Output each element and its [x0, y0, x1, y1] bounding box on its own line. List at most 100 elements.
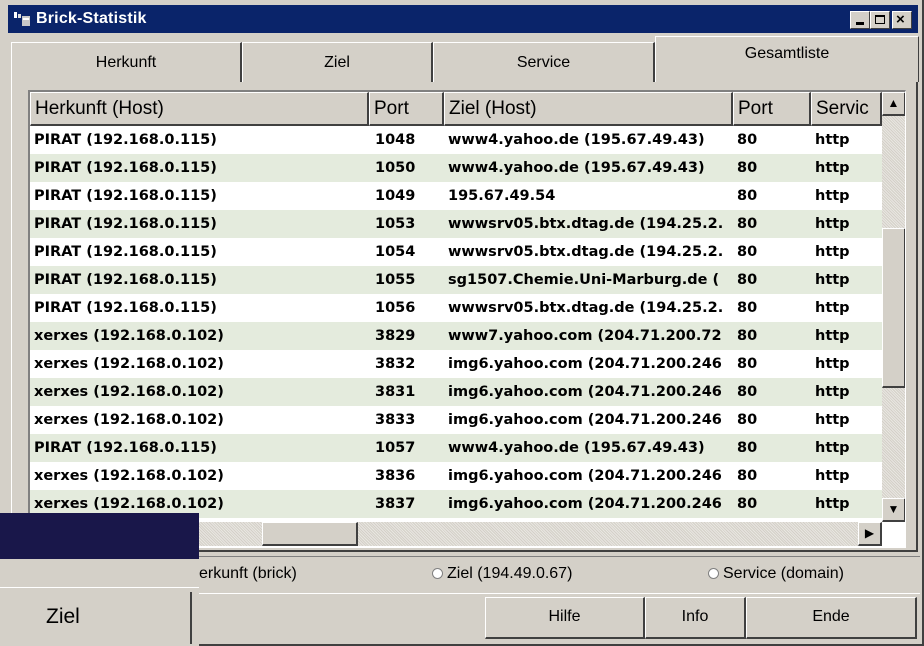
- overlapping-tab-label: Ziel: [46, 605, 80, 628]
- app-icon: [14, 12, 30, 26]
- column-header-dest-host[interactable]: Ziel (Host): [444, 92, 733, 126]
- table-body: PIRAT (192.168.0.115) 1048 www4.yahoo.de (…: [30, 126, 882, 522]
- overlapping-window-titlebar[interactable]: [0, 513, 199, 559]
- cell-source-host: xerxes (192.168.0.102): [34, 468, 224, 484]
- tab-service[interactable]: Service: [433, 42, 655, 82]
- radio-herkunft-label: erkunft (brick): [199, 565, 297, 582]
- cell-service: http: [815, 216, 850, 232]
- cell-dest-port: 80: [737, 412, 758, 428]
- table-header: Herkunft (Host) Port Ziel (Host) Port Se…: [30, 92, 882, 126]
- cell-dest-host: img6.yahoo.com (204.71.200.246: [448, 496, 722, 512]
- table-viewport: Herkunft (Host) Port Ziel (Host) Port Se…: [30, 92, 882, 522]
- cell-dest-port: 80: [737, 216, 758, 232]
- exit-button[interactable]: Ende: [746, 597, 917, 639]
- close-button[interactable]: ×: [892, 11, 912, 29]
- cell-source-host: xerxes (192.168.0.102): [34, 328, 224, 344]
- cell-dest-host: www4.yahoo.de (195.67.49.43): [448, 132, 705, 148]
- table-row[interactable]: PIRAT (192.168.0.115) 1054 wwwsrv05.btx.dt…: [30, 238, 882, 266]
- minimize-button[interactable]: [850, 11, 870, 29]
- cell-dest-host: www4.yahoo.de (195.67.49.43): [448, 440, 705, 456]
- overlapping-window-tab[interactable]: Ziel: [0, 587, 199, 646]
- cell-service: http: [815, 468, 850, 484]
- cell-dest-port: 80: [737, 272, 758, 288]
- radio-herkunft[interactable]: erkunft (brick): [199, 565, 297, 583]
- scroll-down-button[interactable]: ▼: [882, 498, 905, 522]
- table-row[interactable]: xerxes (192.168.0.102) 3836 img6.yahoo.com…: [30, 462, 882, 490]
- cell-dest-port: 80: [737, 188, 758, 204]
- title-bar[interactable]: Brick-Statistik ×: [8, 5, 918, 33]
- table-row[interactable]: xerxes (192.168.0.102) 3831 img6.yahoo.com…: [30, 378, 882, 406]
- radio-circle-icon: [708, 568, 719, 579]
- column-header-source-port[interactable]: Port: [369, 92, 444, 126]
- cell-service: http: [815, 188, 850, 204]
- cell-service: http: [815, 300, 850, 316]
- tab-ziel[interactable]: Ziel: [242, 42, 433, 82]
- maximize-button[interactable]: [870, 11, 890, 29]
- cell-source-host: PIRAT (192.168.0.115): [34, 188, 217, 204]
- cell-dest-port: 80: [737, 300, 758, 316]
- cell-dest-port: 80: [737, 328, 758, 344]
- column-header-dest-port[interactable]: Port: [733, 92, 811, 126]
- table-row[interactable]: PIRAT (192.168.0.115) 1056 wwwsrv05.btx.dt…: [30, 294, 882, 322]
- cell-source-host: xerxes (192.168.0.102): [34, 384, 224, 400]
- tab-herkunft[interactable]: Herkunft: [11, 42, 242, 82]
- cell-source-port: 3833: [375, 412, 416, 428]
- cell-source-port: 3829: [375, 328, 416, 344]
- arrow-right-icon: ▶: [864, 526, 875, 540]
- cell-dest-port: 80: [737, 468, 758, 484]
- app-window: Brick-Statistik × Herkunft Ziel Service …: [0, 0, 924, 646]
- table-row[interactable]: xerxes (192.168.0.102) 3829 www7.yahoo.com…: [30, 322, 882, 350]
- table-row[interactable]: xerxes (192.168.0.102) 3833 img6.yahoo.com…: [30, 406, 882, 434]
- cell-dest-port: 80: [737, 160, 758, 176]
- tab-strip: Herkunft Ziel Service Gesamtliste: [11, 36, 919, 82]
- cell-source-port: 1054: [375, 244, 416, 260]
- horizontal-scroll-thumb[interactable]: [262, 522, 358, 546]
- table-row[interactable]: PIRAT (192.168.0.115) 1049 195.67.49.54 80 h…: [30, 182, 882, 210]
- cell-dest-host: img6.yahoo.com (204.71.200.246: [448, 384, 722, 400]
- table-row[interactable]: PIRAT (192.168.0.115) 1057 www4.yahoo.de (…: [30, 434, 882, 462]
- cell-dest-port: 80: [737, 440, 758, 456]
- cell-source-host: PIRAT (192.168.0.115): [34, 160, 217, 176]
- cell-source-port: 1057: [375, 440, 416, 456]
- table-row[interactable]: xerxes (192.168.0.102) 3832 img6.yahoo.com…: [30, 350, 882, 378]
- cell-dest-port: 80: [737, 356, 758, 372]
- cell-service: http: [815, 244, 850, 260]
- cell-dest-host: img6.yahoo.com (204.71.200.246: [448, 468, 722, 484]
- scroll-right-button[interactable]: ▶: [858, 522, 882, 546]
- vertical-scrollbar[interactable]: ▲ ▼: [882, 92, 905, 522]
- cell-source-host: PIRAT (192.168.0.115): [34, 244, 217, 260]
- cell-dest-host: wwwsrv05.btx.dtag.de (194.25.2.: [448, 300, 724, 316]
- table-row[interactable]: PIRAT (192.168.0.115) 1053 wwwsrv05.btx.dt…: [30, 210, 882, 238]
- cell-source-port: 3837: [375, 496, 416, 512]
- table-row[interactable]: PIRAT (192.168.0.115) 1050 www4.yahoo.de (…: [30, 154, 882, 182]
- info-button[interactable]: Info: [645, 597, 746, 639]
- cell-dest-host: wwwsrv05.btx.dtag.de (194.25.2.: [448, 244, 724, 260]
- tab-gesamtliste[interactable]: Gesamtliste: [655, 36, 919, 82]
- cell-dest-host: img6.yahoo.com (204.71.200.246: [448, 356, 722, 372]
- cell-source-port: 1053: [375, 216, 416, 232]
- cell-dest-port: 80: [737, 496, 758, 512]
- table-row[interactable]: PIRAT (192.168.0.115) 1048 www4.yahoo.de (…: [30, 126, 882, 154]
- cell-dest-host: www4.yahoo.de (195.67.49.43): [448, 160, 705, 176]
- close-icon: ×: [896, 11, 905, 28]
- scroll-up-button[interactable]: ▲: [882, 92, 905, 116]
- cell-service: http: [815, 412, 850, 428]
- cell-service: http: [815, 132, 850, 148]
- cell-source-port: 3836: [375, 468, 416, 484]
- cell-service: http: [815, 328, 850, 344]
- table-row[interactable]: PIRAT (192.168.0.115) 1055 sg1507.Chemie.U…: [30, 266, 882, 294]
- vertical-scroll-thumb[interactable]: [882, 228, 905, 388]
- arrow-up-icon: ▲: [887, 96, 900, 110]
- window-title: Brick-Statistik: [36, 10, 147, 27]
- cell-dest-host: wwwsrv05.btx.dtag.de (194.25.2.: [448, 216, 724, 232]
- help-button[interactable]: Hilfe: [485, 597, 645, 639]
- cell-dest-port: 80: [737, 244, 758, 260]
- cell-dest-host: sg1507.Chemie.Uni-Marburg.de (: [448, 272, 720, 288]
- column-header-source-host[interactable]: Herkunft (Host): [30, 92, 369, 126]
- radio-service-label: Service (domain): [723, 565, 844, 582]
- column-header-service[interactable]: Servic: [811, 92, 882, 126]
- radio-service[interactable]: Service (domain): [708, 565, 844, 583]
- cell-source-port: 3831: [375, 384, 416, 400]
- radio-ziel[interactable]: Ziel (194.49.0.67): [432, 565, 572, 583]
- cell-source-port: 1050: [375, 160, 416, 176]
